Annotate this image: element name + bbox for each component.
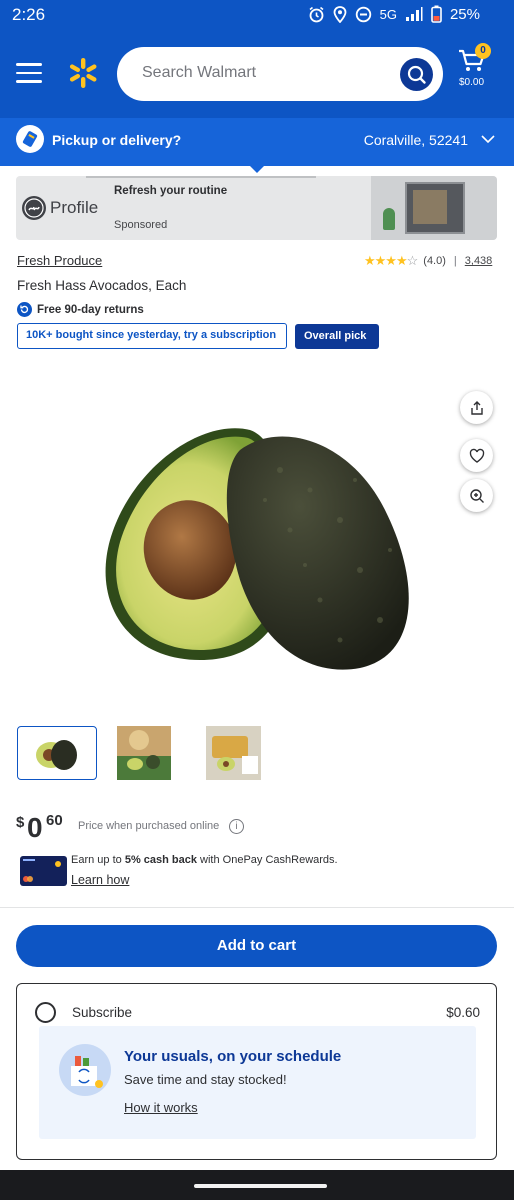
battery-icon	[431, 5, 442, 23]
subscribe-price: $0.60	[446, 1005, 480, 1020]
subscribe-heading: Your usuals, on your schedule	[124, 1048, 342, 1065]
price-note: Price when purchased online	[78, 820, 220, 832]
pickup-delivery-bar[interactable]: Pickup or delivery? Coralville, 52241	[0, 118, 514, 166]
subscription-promo-tag[interactable]: 10K+ bought since yesterday, try a subsc…	[17, 323, 287, 349]
search-input[interactable]: Search Walmart	[142, 64, 256, 82]
how-it-works-link[interactable]: How it works	[124, 1100, 198, 1115]
ge-logo-icon	[22, 196, 46, 220]
info-icon[interactable]: i	[229, 819, 244, 834]
thumbnail-3[interactable]	[206, 726, 286, 780]
network-label: 5G	[379, 6, 397, 22]
pickup-bar-pointer	[250, 166, 264, 173]
onepay-card-image	[20, 856, 67, 886]
price-cents: 60	[46, 812, 63, 829]
product-brand-link[interactable]: Fresh Produce	[17, 253, 102, 268]
add-to-cart-button[interactable]: Add to cart	[16, 925, 497, 967]
price-dollars: 0	[27, 812, 43, 843]
ad-image	[371, 176, 497, 240]
ad-divider	[86, 176, 316, 178]
subscribe-option[interactable]: Subscribe $0.60 Your usuals, on your sch…	[16, 983, 497, 1160]
search-bar[interactable]: Search Walmart	[117, 47, 443, 101]
location-icon	[333, 5, 347, 23]
avocado-dish-thumbnail	[117, 726, 171, 780]
microwave-image	[405, 182, 465, 234]
cart-count-badge: 0	[475, 43, 491, 59]
subscribe-description: Save time and stay stocked!	[124, 1072, 287, 1087]
status-icons: 5G 25%	[308, 5, 480, 23]
home-gesture-handle[interactable]	[194, 1184, 327, 1188]
product-title: Fresh Hass Avocados, Each	[17, 278, 187, 293]
thumbnail-2[interactable]	[117, 726, 197, 780]
store-location[interactable]: Coralville, 52241	[364, 132, 468, 148]
avocado-toast-thumbnail	[206, 726, 261, 780]
status-time: 2:26	[12, 5, 46, 24]
system-nav-bar	[0, 1170, 514, 1200]
do-not-disturb-icon	[355, 6, 371, 22]
plant-image	[383, 208, 395, 230]
product-image[interactable]	[90, 410, 430, 680]
pickup-label[interactable]: Pickup or delivery?	[52, 132, 181, 148]
cashback-offer: Earn up to 5% cash back with OnePay Cash…	[71, 854, 338, 866]
review-count-link[interactable]: 3,438	[465, 255, 493, 267]
status-bar: 2:26 5G 25%	[0, 0, 514, 30]
cart-total: $0.00	[459, 77, 485, 88]
search-icon	[407, 65, 426, 84]
zoom-button[interactable]	[460, 479, 493, 512]
heart-icon	[469, 448, 484, 463]
walmart-spark-icon[interactable]	[66, 56, 100, 90]
battery-level: 25%	[449, 5, 480, 23]
cashback-highlight: 5% cash back	[124, 854, 197, 866]
pickup-icon	[16, 125, 44, 153]
favorite-button[interactable]	[460, 439, 493, 472]
share-button[interactable]	[460, 391, 493, 424]
rating-stars-icon: ★★★★☆	[364, 253, 418, 268]
subscribe-radio[interactable]	[35, 1002, 56, 1023]
sponsored-ad-banner[interactable]: Profile Refresh your routine Sponsored	[16, 176, 497, 240]
signal-icon	[405, 7, 423, 21]
avocado-halves-thumbnail	[36, 740, 77, 770]
app-header: Search Walmart 0 $0.00	[0, 30, 514, 118]
overall-pick-badge: Overall pick	[295, 324, 379, 349]
return-arrow-icon	[17, 302, 32, 317]
subscribe-info-panel: Your usuals, on your schedule Save time …	[39, 1026, 476, 1139]
ad-headline: Refresh your routine	[114, 185, 228, 197]
ad-sponsored-label: Sponsored	[114, 219, 168, 231]
thumbnail-1[interactable]	[17, 726, 97, 780]
menu-icon[interactable]	[16, 63, 42, 83]
product-rating[interactable]: ★★★★☆ (4.0) | 3,438	[364, 253, 492, 269]
chevron-down-icon[interactable]	[480, 131, 496, 147]
ad-brand: Profile	[50, 198, 99, 217]
rating-value: (4.0)	[423, 255, 446, 267]
share-icon	[470, 400, 483, 415]
returns-policy: Free 90-day returns	[17, 302, 144, 317]
zoom-in-icon	[469, 488, 484, 503]
learn-how-link[interactable]: Learn how	[71, 873, 129, 887]
price-currency: $	[16, 814, 25, 831]
subscribe-label: Subscribe	[72, 1005, 133, 1020]
returns-label: Free 90-day returns	[37, 303, 144, 316]
subscription-box-icon	[59, 1044, 111, 1096]
section-divider	[0, 907, 514, 908]
search-button[interactable]	[400, 58, 433, 91]
alarm-icon	[309, 6, 324, 22]
